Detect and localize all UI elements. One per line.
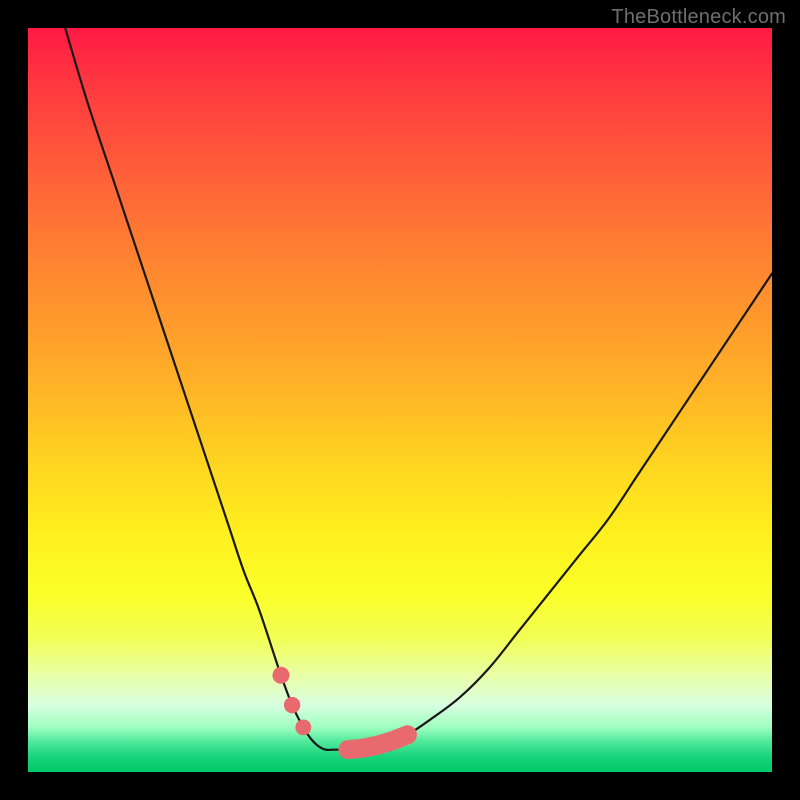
highlight-markers (272, 667, 407, 750)
marker-dot (272, 667, 289, 684)
marker-segment (348, 735, 408, 750)
bottleneck-curve (65, 28, 772, 750)
plot-area (28, 28, 772, 772)
marker-dot (284, 697, 300, 713)
chart-frame: TheBottleneck.com (0, 0, 800, 800)
marker-dot (295, 719, 311, 735)
curve-layer (28, 28, 772, 772)
watermark-text: TheBottleneck.com (611, 6, 786, 29)
